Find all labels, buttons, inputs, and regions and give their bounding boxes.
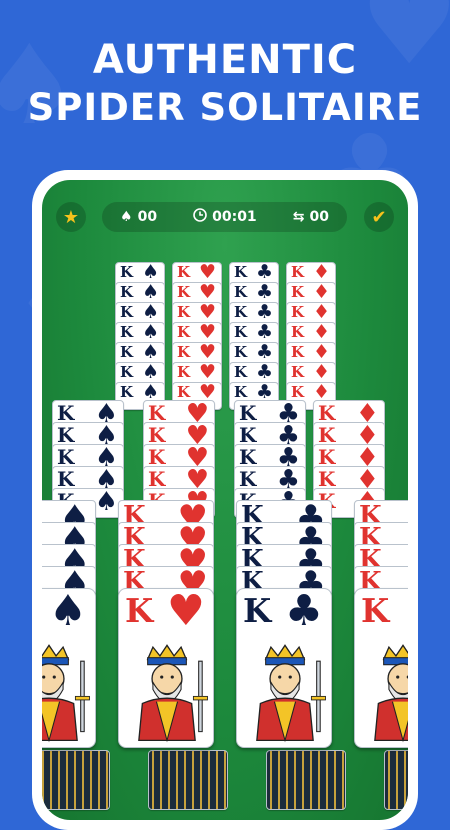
headline: AUTHENTIC SPIDER SOLITAIRE [0,36,450,132]
moves-value: 00 [137,209,158,225]
star-icon: ★ [62,206,80,228]
swaps-value: 00 [309,209,329,225]
game-status-bar: ♠ 00 00:01 ⇆ 00 [102,202,347,232]
king-illustration [42,644,90,743]
card-back-stack [384,750,408,810]
checkmark-icon: ✔ [371,206,387,228]
complete-button[interactable]: ✔ [364,202,394,232]
king-of-diamonds-card[interactable]: K♦ [354,588,408,748]
timer: 00:01 [193,208,257,226]
phone-frame: ★ ♠ 00 00:01 ⇆ 00 ✔ K ♠ K ♠ K ♠ K ♠ K ♠ K ♠ K ♠ K ♥ K ♥ K ♥… [32,170,418,830]
card-back-stack [148,750,228,810]
headline-line-2: SPIDER SOLITAIRE [27,86,423,129]
spade-icon: ♠ [120,209,133,225]
king-of-clubs-card[interactable]: K ♣ [236,588,332,748]
game-board: ★ ♠ 00 00:01 ⇆ 00 ✔ K ♠ K ♠ K ♠ K ♠ K ♠ K ♠ K ♠ K ♥ K ♥ K ♥… [42,180,408,820]
timer-value: 00:01 [212,209,257,225]
card-back-stack [266,750,346,810]
favorite-button[interactable]: ★ [56,202,86,232]
king-illustration [138,644,208,743]
card-back-stack [42,750,110,810]
king-of-hearts-card[interactable]: K ♥ [118,588,214,748]
clock-icon [193,208,207,226]
king-of-spades-card[interactable]: K♠ [42,588,96,748]
moves-counter: ♠ 00 [120,209,157,225]
headline-line-1: AUTHENTIC [92,37,358,83]
king-illustration [256,644,326,743]
king-illustration [374,644,408,743]
arrows-swap-icon: ⇆ [292,209,305,225]
swaps-counter: ⇆ 00 [293,209,329,225]
